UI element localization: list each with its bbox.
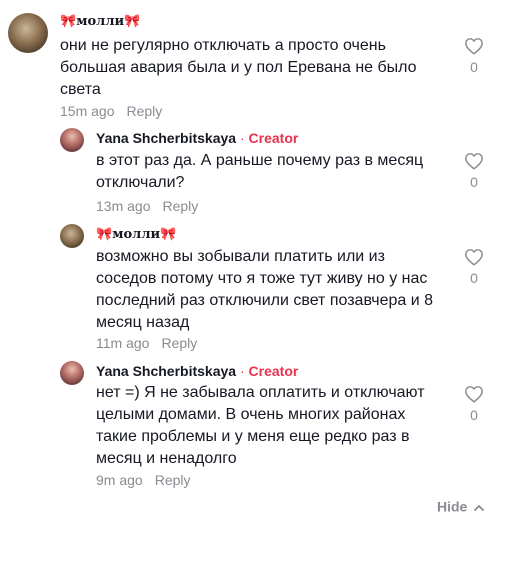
bow-icon: 🎀	[160, 226, 177, 241]
avatar[interactable]	[8, 13, 48, 53]
hide-replies-button[interactable]: Hide	[437, 497, 485, 514]
comment-time: 13m ago	[96, 198, 151, 214]
reply-item: 🎀молли🎀 возможно вы зобывали платить или…	[0, 220, 519, 355]
comment-text: возможно вы зобывали платить или из сосе…	[96, 248, 433, 331]
reply-button[interactable]: Reply	[155, 472, 191, 488]
like-count: 0	[470, 270, 478, 286]
heart-icon	[465, 153, 483, 170]
comment-item: 🎀молли🎀 они не регулярно отключать а про…	[0, 0, 519, 120]
comment-meta: 9m ago Reply	[96, 472, 191, 488]
comment-time: 9m ago	[96, 472, 143, 488]
creator-badge: Creator	[248, 363, 299, 379]
bow-icon: 🎀	[124, 13, 141, 28]
comment-text: в этот раз да. А раньше почему раз в мес…	[96, 152, 424, 191]
reply-button[interactable]: Reply	[126, 103, 162, 119]
heart-icon	[465, 386, 483, 403]
avatar[interactable]	[60, 128, 84, 152]
comment-username[interactable]: Yana Shcherbitskaya · Creator	[96, 363, 298, 379]
bow-icon: 🎀	[60, 13, 77, 28]
heart-icon	[465, 38, 483, 55]
bow-icon: 🎀	[96, 226, 113, 241]
heart-icon	[465, 249, 483, 266]
like-button[interactable]: 0	[463, 248, 485, 286]
reply-button[interactable]: Reply	[162, 198, 198, 214]
comment-time: 15m ago	[60, 103, 115, 119]
reply-item: Yana Shcherbitskaya · Creator в этот раз…	[0, 120, 519, 220]
comment-text: они не регулярно отключать а просто очен…	[60, 37, 417, 98]
like-button[interactable]: 0	[463, 152, 485, 190]
comment-meta: 13m ago Reply	[96, 198, 198, 214]
comment-meta: 15m ago Reply	[60, 103, 162, 119]
comment-username[interactable]: Yana Shcherbitskaya · Creator	[96, 130, 298, 146]
comment-username[interactable]: 🎀молли🎀	[60, 12, 140, 29]
reply-item: Yana Shcherbitskaya · Creator нет =) Я н…	[0, 355, 519, 490]
comment-time: 11m ago	[96, 335, 150, 351]
like-count: 0	[470, 407, 478, 423]
avatar[interactable]	[60, 361, 84, 385]
like-count: 0	[470, 174, 478, 190]
comment-text: нет =) Я не забывала оплатить и отключаю…	[96, 384, 425, 467]
chevron-up-icon	[471, 498, 485, 514]
avatar[interactable]	[60, 224, 84, 248]
like-button[interactable]: 0	[463, 385, 485, 423]
like-button[interactable]: 0	[463, 37, 485, 75]
creator-badge: Creator	[248, 130, 299, 146]
comment-meta: 11m ago Reply	[96, 335, 197, 351]
like-count: 0	[470, 59, 478, 75]
comment-username[interactable]: 🎀молли🎀	[96, 225, 176, 242]
reply-button[interactable]: Reply	[161, 335, 197, 351]
